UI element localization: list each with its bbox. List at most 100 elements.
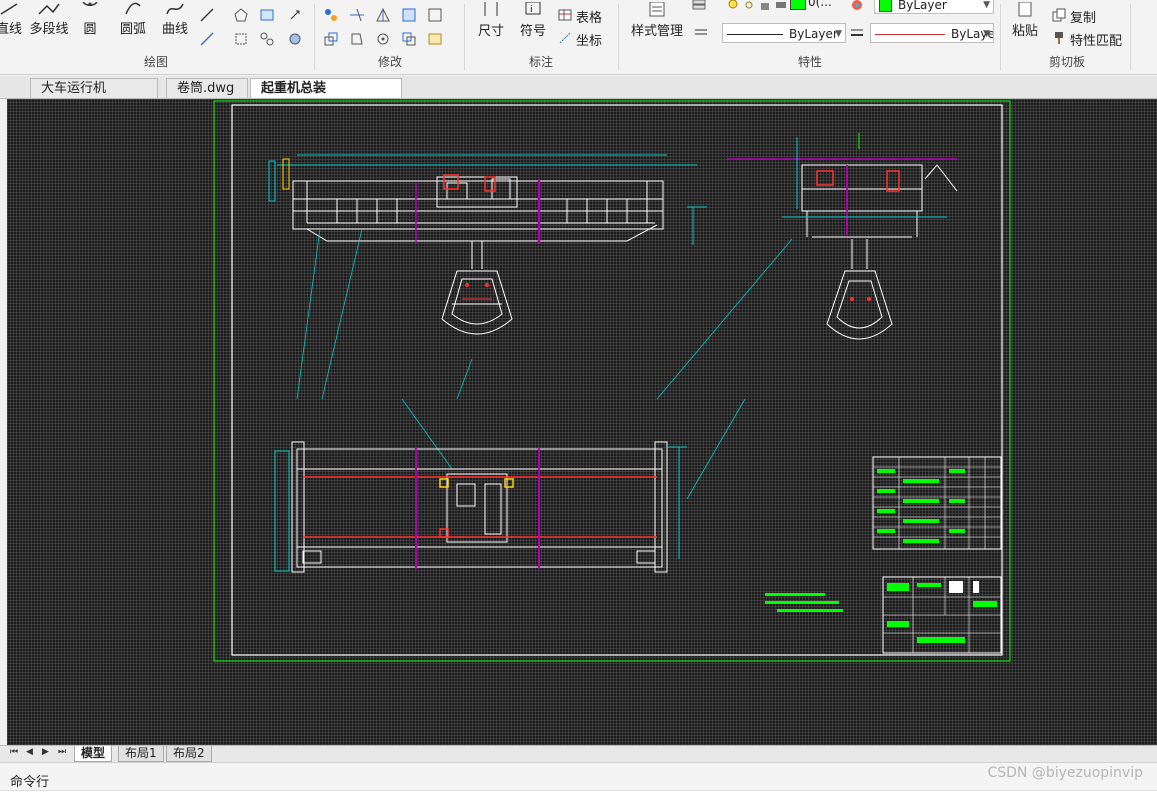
copy-object-icon [324,32,338,46]
copy-button[interactable]: 复制 [1070,7,1096,26]
explode-button[interactable] [426,30,444,48]
array-icon [402,8,416,22]
spline-icon [166,3,184,15]
color-wheel-button[interactable] [848,0,866,14]
polyline-icon [38,3,60,15]
copy-icon [1052,8,1066,22]
annotation-panel: 尺寸 i 符号 表格 坐标 标注 [466,0,616,74]
layer-name[interactable]: 0(... [808,0,832,9]
ribbon: 直线 多段线 圆 圆弧 曲线 绘图 修改 尺寸 i 符号 表格 坐标 标注 样式… [0,0,1157,75]
circle-tool-button[interactable]: 圆 [78,2,102,37]
region-button[interactable] [258,30,276,48]
copy-object-button[interactable] [322,30,340,48]
polyline-tool-button[interactable]: 多段线 [28,2,70,37]
stretch-button[interactable] [348,30,366,48]
tab-document-1[interactable]: 大车运行机构.dwg [30,78,158,116]
lineweight-dropdown[interactable]: ByLayer ▼ [870,23,994,43]
printer-icon [776,2,786,8]
layer-print-toggle[interactable] [772,0,790,14]
symbol-label: 符号 [519,24,546,39]
lineweight-menu-button[interactable] [848,24,866,42]
hatch-button[interactable] [258,6,276,24]
color-dropdown-value: ByLayer [898,0,947,12]
offset-icon [402,32,416,46]
symbol-button[interactable]: i 符号 [516,2,550,39]
donut-button[interactable] [286,30,304,48]
crane-plan-view [291,441,668,573]
crane-front-view [292,176,664,335]
xline-icon [200,8,214,22]
paste-label: 粘贴 [1011,24,1038,39]
layer-color-swatch [790,0,806,10]
style-manager-button[interactable]: 样式管理 [626,2,688,39]
tab-document-3[interactable]: 起重机总装图.dwg*✕ [250,78,402,117]
sun-icon [745,1,753,9]
arc-tool-button[interactable]: 圆弧 [116,2,150,37]
stretch-icon [351,33,363,45]
layer-stack-icon [692,0,706,10]
paste-button[interactable]: 粘贴 [1008,2,1042,39]
command-line-label: 命令行 [10,775,50,790]
clipboard-panel-title: 剪切板 [1048,55,1085,69]
construction-line-button[interactable] [198,6,216,24]
crane-side-colored-parts [727,133,957,301]
curve-tool-button[interactable]: 曲线 [160,2,190,37]
model-space-canvas[interactable] [7,99,1157,745]
draw-panel-title: 绘图 [143,55,168,69]
trim-button[interactable] [348,6,366,24]
cursor-icon [290,10,300,20]
document-tab-bar: 大车运行机构.dwg 卷筒.dwg 起重机总装图.dwg*✕ [0,76,1157,117]
previous-layout-icon[interactable]: ◀ [26,747,33,757]
lightbulb-icon [728,0,738,9]
command-line-panel: 命令行 [0,762,1157,796]
color-swatch [879,0,892,12]
layout-tab-label: 模型 [81,746,106,760]
match-properties-icon-box [1050,29,1068,47]
list-lines-icon [695,29,707,35]
ray-button[interactable] [198,30,216,48]
last-layout-icon[interactable]: ⏭ [58,747,66,757]
rectangle-button[interactable] [232,30,250,48]
line-tool-button[interactable]: 直线 [0,2,24,37]
dimension-button[interactable]: 尺寸 [474,2,508,39]
array-button[interactable] [400,6,418,24]
linetype-menu-button[interactable] [692,24,710,42]
color-wheel-icon [852,0,862,10]
offset-button[interactable] [400,30,418,48]
move-button[interactable] [322,6,340,24]
command-input[interactable] [0,790,1157,796]
first-layout-icon[interactable]: ⏮ [10,747,18,757]
ray-icon [200,32,214,46]
match-properties-button[interactable]: 特性匹配 [1070,30,1122,49]
polyline-tool-label: 多段线 [29,22,69,37]
layout-tab-model[interactable]: 模型 [74,746,113,762]
point-button[interactable] [286,6,304,24]
circle-tool-label: 圆 [83,22,97,37]
color-dropdown[interactable]: ByLayer ▼ [874,0,994,14]
linetype-dropdown[interactable]: ByLayer ▼ [722,23,846,43]
shape-button[interactable] [232,6,250,24]
next-layout-icon[interactable]: ▶ [42,747,49,757]
crane-front-colored-parts [268,154,707,300]
layout-tab-layout2[interactable]: 布局2 [166,746,212,762]
panel-separator [314,4,315,70]
polygon-icon [234,8,248,22]
rotate-button[interactable] [374,30,392,48]
properties-panel-title: 特性 [797,55,822,69]
select-button[interactable] [426,6,444,24]
cad-drawing [213,100,1011,662]
layout-tab-label: 布局1 [125,746,157,760]
coordinate-button[interactable]: 坐标 [576,30,602,49]
symbol-icon: i [525,2,541,15]
layer-properties-button[interactable] [690,0,708,14]
tab-document-2[interactable]: 卷筒.dwg [166,78,248,98]
arc-tool-label: 圆弧 [119,22,146,37]
leader-lines [296,228,793,500]
properties-panel: 样式管理 0(... ByLayer ▼ ByLayer ▼ ByLayer ▼… [620,0,1000,74]
mirror-button[interactable] [374,6,392,24]
panel-separator [618,4,619,70]
table-button[interactable]: 表格 [576,7,602,26]
dimension-icon [484,2,498,16]
layout-tab-layout1[interactable]: 布局1 [118,746,164,762]
coordinate-icon [559,32,571,44]
